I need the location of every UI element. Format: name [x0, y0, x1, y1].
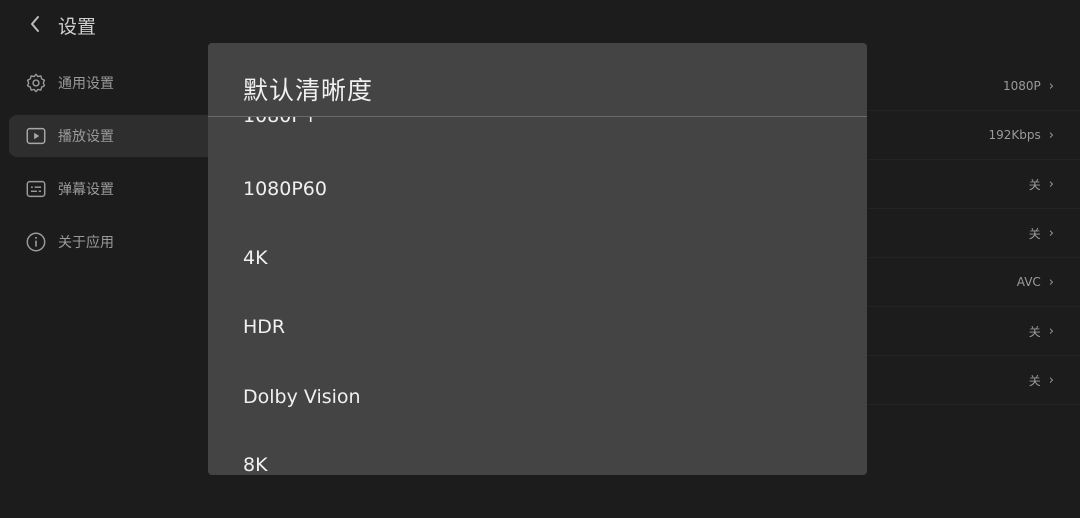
resolution-option[interactable]: 1080P60 [243, 178, 327, 200]
setting-value: 1080P [1003, 79, 1041, 93]
page-title: 设置 [58, 16, 97, 38]
dialog-title: 默认清晰度 [243, 76, 374, 105]
chevron-left-icon [31, 16, 39, 32]
resolution-option[interactable]: 4K [243, 247, 268, 269]
sidebar-item-general[interactable]: 通用设置 [0, 62, 208, 104]
chevron-right-icon: › [1048, 323, 1054, 339]
resolution-option[interactable]: Dolby Vision [243, 386, 361, 408]
sidebar: 通用设置 播放设置 弹幕设置 关于应用 [0, 62, 208, 274]
setting-row[interactable]: 关 › [866, 209, 1080, 258]
chevron-right-icon: › [1048, 127, 1054, 143]
gear-icon [25, 72, 47, 94]
chevron-right-icon: › [1048, 274, 1054, 290]
setting-value: 关 [1028, 177, 1041, 192]
setting-value: 192Kbps [988, 128, 1041, 142]
resolution-dialog: 默认清晰度 1080P+ 1080P60 4K HDR Dolby Vision… [208, 43, 867, 475]
back-button[interactable] [24, 12, 46, 36]
setting-value: 关 [1028, 226, 1041, 241]
setting-row[interactable]: 关 › [866, 356, 1080, 405]
settings-screen: 设置 通用设置 播放设置 弹幕设置 关于应用 1080P › 192Kbps ›… [0, 0, 1080, 518]
setting-value: 关 [1028, 324, 1041, 339]
setting-row[interactable]: 1080P › [866, 62, 1080, 111]
settings-values-list: 1080P › 192Kbps › 关 › 关 › AVC › 关 › 关 › [866, 62, 1080, 405]
chevron-right-icon: › [1048, 225, 1054, 241]
chevron-right-icon: › [1048, 176, 1054, 192]
sidebar-item-about[interactable]: 关于应用 [0, 221, 208, 263]
sidebar-item-label: 弹幕设置 [58, 182, 114, 198]
sidebar-item-label: 播放设置 [58, 129, 114, 145]
chevron-right-icon: › [1048, 372, 1054, 388]
sidebar-item-label: 关于应用 [58, 235, 114, 251]
setting-row[interactable]: AVC › [866, 258, 1080, 307]
sidebar-item-label: 通用设置 [58, 76, 114, 92]
setting-value: 关 [1028, 373, 1041, 388]
setting-value: AVC [1016, 275, 1041, 289]
setting-row[interactable]: 关 › [866, 160, 1080, 209]
play-icon [25, 125, 47, 147]
sidebar-item-danmaku[interactable]: 弹幕设置 [0, 168, 208, 210]
resolution-option-list[interactable]: 1080P+ 1080P60 4K HDR Dolby Vision 8K [208, 117, 867, 475]
danmaku-icon [25, 178, 47, 200]
info-icon [25, 231, 47, 253]
setting-row[interactable]: 192Kbps › [866, 111, 1080, 160]
chevron-right-icon: › [1048, 78, 1054, 94]
resolution-option[interactable]: 1080P+ [243, 117, 319, 127]
sidebar-item-playback[interactable]: 播放设置 [9, 115, 208, 157]
resolution-option[interactable]: 8K [243, 454, 268, 475]
resolution-option[interactable]: HDR [243, 316, 285, 338]
setting-row[interactable]: 关 › [866, 307, 1080, 356]
